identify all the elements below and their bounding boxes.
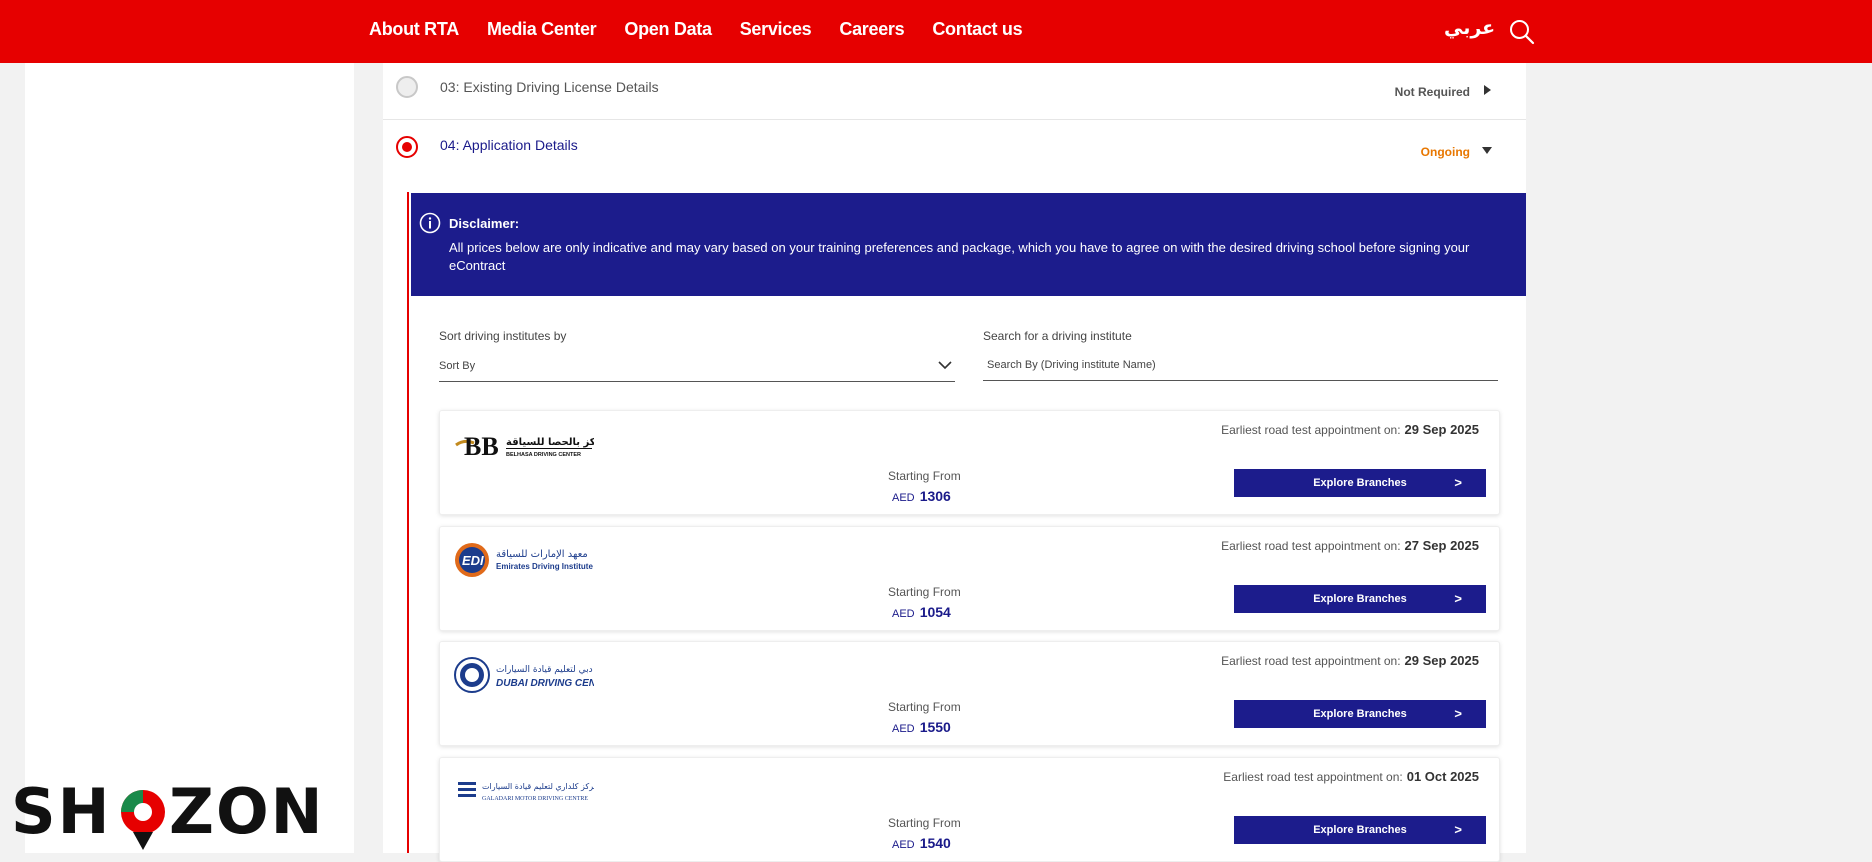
step-status-label: Not Required — [1394, 85, 1470, 99]
step-title: 04: Application Details — [440, 137, 578, 153]
appointment-date: 29 Sep 2025 — [1404, 653, 1479, 668]
institute-card-belhasa: BB مركز بالحصا للسياقة BELHASA DRIVING C… — [439, 410, 1500, 515]
step-application-details[interactable]: 04: Application Details Ongoing — [383, 120, 1526, 192]
explore-branches-label: Explore Branches — [1313, 477, 1407, 489]
dubai-driving-center-logo: مركز دبي لتعليم قيادة السيارات DUBAI DRI… — [454, 657, 594, 693]
starting-from-label: Starting From — [888, 585, 961, 599]
price-currency: AED — [892, 839, 915, 851]
step-status-label: Ongoing — [1420, 145, 1470, 159]
explore-branches-button[interactable]: Explore Branches > — [1234, 469, 1486, 497]
appointment-date: 29 Sep 2025 — [1404, 422, 1479, 437]
top-nav-bar: About RTA Media Center Open Data Service… — [0, 0, 1872, 63]
institute-card-dubai: مركز دبي لتعليم قيادة السيارات DUBAI DRI… — [439, 641, 1500, 746]
sort-dropdown[interactable]: Sort By — [439, 351, 955, 382]
appointment-info: Earliest road test appointment on: 01 Oct… — [1223, 769, 1479, 784]
sort-label: Sort driving institutes by — [439, 329, 567, 343]
disclaimer-title: Disclaimer: — [449, 216, 520, 231]
price-amount: 1550 — [919, 719, 951, 735]
arrow-right-icon: > — [1454, 475, 1462, 490]
starting-from-label: Starting From — [888, 700, 961, 714]
explore-branches-label: Explore Branches — [1313, 593, 1407, 605]
price: AED 1054 — [892, 604, 951, 620]
svg-text:Emirates Driving Institute: Emirates Driving Institute — [496, 562, 593, 571]
appointment-date: 27 Sep 2025 — [1404, 538, 1479, 553]
svg-text:GALADARI MOTOR DRIVING CENTRE: GALADARI MOTOR DRIVING CENTRE — [482, 796, 588, 802]
step-title: 03: Existing Driving License Details — [440, 79, 659, 95]
shozon-watermark-logo: SH ZON — [11, 778, 325, 850]
svg-text:مركز بالحصا للسياقة: مركز بالحصا للسياقة — [506, 437, 594, 448]
explore-branches-label: Explore Branches — [1313, 824, 1407, 836]
left-panel — [25, 63, 354, 853]
svg-text:SH: SH — [11, 778, 112, 848]
caret-down-icon[interactable] — [1480, 143, 1494, 157]
starting-from-label: Starting From — [888, 816, 961, 830]
svg-text:مركز دبي لتعليم قيادة السيارات: مركز دبي لتعليم قيادة السيارات — [496, 665, 594, 675]
svg-text:DUBAI DRIVING CENTER: DUBAI DRIVING CENTER — [496, 678, 594, 689]
appointment-info: Earliest road test appointment on: 29 Sep… — [1221, 422, 1479, 437]
svg-text:BB: BB — [464, 432, 499, 461]
appointment-info: Earliest road test appointment on: 27 Sep… — [1221, 538, 1479, 553]
institute-search-input[interactable] — [983, 349, 1498, 381]
explore-branches-button[interactable]: Explore Branches > — [1234, 585, 1486, 613]
price-amount: 1054 — [919, 604, 951, 620]
appointment-label: Earliest road test appointment on: — [1221, 539, 1401, 553]
nav-careers[interactable]: Careers — [839, 19, 904, 40]
disclaimer-text: All prices below are only indicative and… — [449, 240, 1470, 273]
nav-contact-us[interactable]: Contact us — [932, 19, 1022, 40]
emirates-driving-institute-logo: EDI معهد الإمارات للسياقة Emirates Drivi… — [455, 543, 593, 577]
main-nav: About RTA Media Center Open Data Service… — [369, 0, 1050, 58]
price-amount: 1306 — [919, 488, 951, 504]
arrow-right-icon: > — [1454, 706, 1462, 721]
svg-text:معهد الإمارات للسياقة: معهد الإمارات للسياقة — [496, 549, 588, 560]
language-toggle[interactable]: عربي — [1444, 17, 1495, 40]
svg-text:EDI: EDI — [462, 553, 484, 568]
arrow-right-icon: > — [1454, 591, 1462, 606]
search-label: Search for a driving institute — [983, 329, 1132, 343]
institute-card-emirates: EDI معهد الإمارات للسياقة Emirates Drivi… — [439, 526, 1500, 631]
nav-media-center[interactable]: Media Center — [487, 19, 597, 40]
price: AED 1550 — [892, 719, 951, 735]
institute-card-galadari: مركز كلداري لتعليم قيادة السيارات GALADA… — [439, 757, 1500, 862]
appointment-info: Earliest road test appointment on: 29 Sep… — [1221, 653, 1479, 668]
appointment-label: Earliest road test appointment on: — [1223, 770, 1403, 784]
price-currency: AED — [892, 608, 915, 620]
svg-text:مركز كلداري لتعليم قيادة السيا: مركز كلداري لتعليم قيادة السيارات — [482, 782, 594, 791]
chevron-down-icon — [938, 361, 952, 370]
step-status-dot-active — [396, 136, 418, 158]
galadari-motor-driving-centre-logo: مركز كلداري لتعليم قيادة السيارات GALADA… — [458, 782, 594, 802]
caret-right-icon[interactable] — [1480, 83, 1494, 97]
explore-branches-label: Explore Branches — [1313, 708, 1407, 720]
price-currency: AED — [892, 492, 915, 504]
search-icon[interactable] — [1508, 18, 1536, 46]
nav-about-rta[interactable]: About RTA — [369, 19, 459, 40]
explore-branches-button[interactable]: Explore Branches > — [1234, 816, 1486, 844]
info-icon — [419, 212, 441, 234]
price: AED 1540 — [892, 835, 951, 851]
disclaimer-banner: Disclaimer: All prices below are only in… — [411, 193, 1526, 296]
svg-text:ZON: ZON — [169, 778, 325, 848]
sort-selected-value: Sort By — [439, 360, 476, 372]
explore-branches-button[interactable]: Explore Branches > — [1234, 700, 1486, 728]
price: AED 1306 — [892, 488, 951, 504]
svg-text:BELHASA DRIVING CENTER: BELHASA DRIVING CENTER — [506, 452, 581, 458]
nav-services[interactable]: Services — [740, 19, 812, 40]
starting-from-label: Starting From — [888, 469, 961, 483]
appointment-date: 01 Oct 2025 — [1406, 769, 1479, 784]
arrow-right-icon: > — [1454, 822, 1462, 837]
appointment-label: Earliest road test appointment on: — [1221, 654, 1401, 668]
price-currency: AED — [892, 723, 915, 735]
step-status-dot — [396, 76, 418, 98]
nav-open-data[interactable]: Open Data — [624, 19, 712, 40]
belhasa-driving-center-logo: BB مركز بالحصا للسياقة BELHASA DRIVING C… — [455, 432, 594, 461]
price-amount: 1540 — [919, 835, 951, 851]
step-existing-license[interactable]: 03: Existing Driving License Details Not… — [383, 63, 1526, 120]
appointment-label: Earliest road test appointment on: — [1221, 423, 1401, 437]
